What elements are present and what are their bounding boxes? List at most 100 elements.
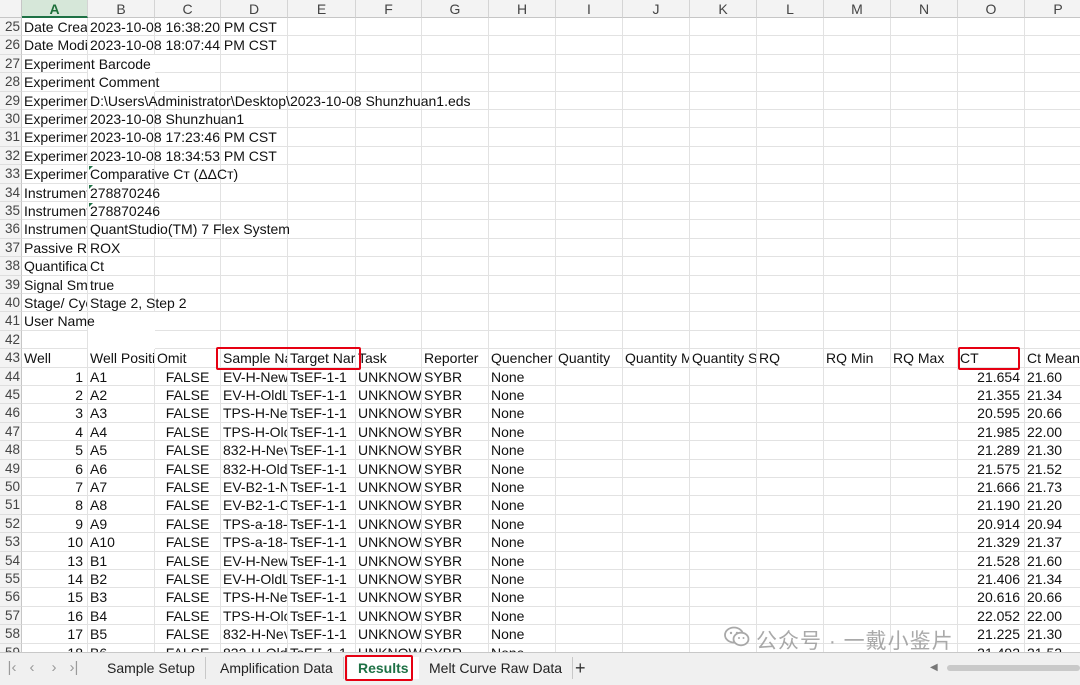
empty-cell[interactable] bbox=[623, 367, 690, 386]
empty-cell[interactable] bbox=[757, 459, 824, 478]
empty-cell[interactable] bbox=[623, 588, 690, 607]
empty-cell[interactable] bbox=[824, 551, 891, 570]
empty-cell[interactable] bbox=[623, 606, 690, 626]
reporter-cell[interactable]: SYBR bbox=[422, 625, 489, 644]
empty-cell[interactable] bbox=[757, 165, 824, 184]
empty-cell[interactable] bbox=[958, 202, 1025, 221]
reporter-cell[interactable]: SYBR bbox=[422, 643, 489, 652]
well-position-cell[interactable]: A10 bbox=[88, 533, 155, 552]
empty-cell[interactable] bbox=[288, 18, 356, 37]
empty-cell[interactable] bbox=[958, 330, 1025, 350]
empty-cell[interactable] bbox=[356, 54, 422, 74]
column-header-g[interactable]: G bbox=[422, 0, 489, 18]
empty-cell[interactable] bbox=[356, 294, 422, 313]
header-cell[interactable]: RQ bbox=[757, 349, 824, 368]
header-cell[interactable]: Quantity M bbox=[623, 349, 690, 368]
empty-cell[interactable] bbox=[623, 257, 690, 276]
empty-cell[interactable] bbox=[757, 128, 824, 147]
empty-cell[interactable] bbox=[556, 441, 623, 460]
omit-cell[interactable]: FALSE bbox=[155, 551, 221, 570]
empty-cell[interactable] bbox=[422, 257, 489, 276]
sample-name-cell[interactable]: TPS-H-Ne bbox=[221, 404, 288, 423]
empty-cell[interactable] bbox=[1025, 55, 1080, 74]
empty-cell[interactable] bbox=[556, 606, 623, 626]
scroll-thumb[interactable] bbox=[947, 665, 1080, 671]
well-cell[interactable]: 9 bbox=[22, 514, 88, 534]
empty-cell[interactable] bbox=[690, 146, 757, 166]
sample-name-cell[interactable]: 832-H-Nev bbox=[221, 625, 288, 644]
empty-cell[interactable] bbox=[221, 238, 288, 258]
empty-cell[interactable] bbox=[690, 91, 757, 110]
task-cell[interactable]: UNKNOWN bbox=[356, 422, 422, 442]
empty-cell[interactable] bbox=[288, 73, 356, 92]
empty-cell[interactable] bbox=[757, 367, 824, 386]
header-cell[interactable]: Reporter bbox=[422, 349, 489, 368]
target-name-cell[interactable]: TsEF-1-1 bbox=[288, 404, 356, 423]
empty-cell[interactable] bbox=[824, 330, 891, 350]
empty-cell[interactable] bbox=[757, 330, 824, 350]
well-position-cell[interactable]: A4 bbox=[88, 422, 155, 442]
empty-cell[interactable] bbox=[489, 294, 556, 313]
empty-cell[interactable] bbox=[623, 422, 690, 442]
empty-cell[interactable] bbox=[221, 275, 288, 294]
empty-cell[interactable] bbox=[623, 459, 690, 478]
reporter-cell[interactable]: SYBR bbox=[422, 478, 489, 497]
target-name-cell[interactable]: TsEF-1-1 bbox=[288, 606, 356, 626]
ct-mean-cell[interactable]: 21.60 bbox=[1025, 368, 1080, 386]
empty-cell[interactable] bbox=[824, 294, 891, 313]
ct-mean-cell[interactable]: 21.52 bbox=[1025, 460, 1080, 478]
header-cell[interactable]: Omit bbox=[155, 349, 221, 368]
empty-cell[interactable] bbox=[824, 478, 891, 497]
empty-cell[interactable] bbox=[556, 220, 623, 239]
ct-cell[interactable]: 21.329 bbox=[958, 533, 1025, 552]
empty-cell[interactable] bbox=[623, 73, 690, 92]
value-cell[interactable]: QuantStudio(TM) 7 Flex System bbox=[88, 220, 290, 239]
empty-cell[interactable] bbox=[958, 238, 1025, 258]
empty-cell[interactable] bbox=[489, 110, 556, 129]
empty-cell[interactable] bbox=[1025, 184, 1080, 202]
ct-mean-cell[interactable]: 21.52 bbox=[1025, 644, 1080, 652]
empty-cell[interactable] bbox=[891, 73, 958, 92]
empty-cell[interactable] bbox=[155, 312, 221, 331]
empty-cell[interactable] bbox=[757, 496, 824, 515]
empty-cell[interactable] bbox=[422, 312, 489, 331]
empty-cell[interactable] bbox=[623, 54, 690, 74]
empty-cell[interactable] bbox=[489, 183, 556, 202]
empty-cell[interactable] bbox=[958, 312, 1025, 331]
target-name-cell[interactable]: TsEF-1-1 bbox=[288, 551, 356, 570]
task-cell[interactable]: UNKNOWN bbox=[356, 386, 422, 405]
empty-cell[interactable] bbox=[623, 386, 690, 405]
empty-cell[interactable] bbox=[288, 257, 356, 276]
empty-cell[interactable] bbox=[1025, 202, 1080, 221]
empty-cell[interactable] bbox=[288, 275, 356, 294]
empty-cell[interactable] bbox=[489, 330, 556, 350]
empty-cell[interactable] bbox=[757, 386, 824, 405]
empty-cell[interactable] bbox=[824, 441, 891, 460]
empty-cell[interactable] bbox=[623, 91, 690, 110]
empty-cell[interactable] bbox=[489, 238, 556, 258]
empty-cell[interactable] bbox=[623, 570, 690, 589]
task-cell[interactable]: UNKNOWN bbox=[356, 533, 422, 552]
empty-cell[interactable] bbox=[623, 18, 690, 37]
column-header-j[interactable]: J bbox=[623, 0, 690, 18]
empty-cell[interactable] bbox=[356, 146, 422, 166]
empty-cell[interactable] bbox=[958, 165, 1025, 184]
empty-cell[interactable] bbox=[623, 404, 690, 423]
empty-cell[interactable] bbox=[824, 588, 891, 607]
label-cell[interactable]: Instrument bbox=[22, 202, 88, 221]
empty-cell[interactable] bbox=[690, 459, 757, 478]
empty-cell[interactable] bbox=[891, 386, 958, 405]
empty-cell[interactable] bbox=[757, 606, 824, 626]
column-header-b[interactable]: B bbox=[88, 0, 155, 18]
empty-cell[interactable] bbox=[623, 238, 690, 258]
value-cell[interactable]: D:\Users\Administrator\Desktop\2023-10-0… bbox=[88, 91, 471, 110]
empty-cell[interactable] bbox=[757, 294, 824, 313]
empty-cell[interactable] bbox=[690, 110, 757, 129]
empty-cell[interactable] bbox=[757, 441, 824, 460]
empty-cell[interactable] bbox=[1025, 239, 1080, 258]
reporter-cell[interactable]: SYBR bbox=[422, 533, 489, 552]
empty-cell[interactable] bbox=[757, 183, 824, 202]
column-header-i[interactable]: I bbox=[556, 0, 623, 18]
empty-cell[interactable] bbox=[690, 257, 757, 276]
header-cell[interactable]: Well Positi bbox=[88, 349, 155, 368]
